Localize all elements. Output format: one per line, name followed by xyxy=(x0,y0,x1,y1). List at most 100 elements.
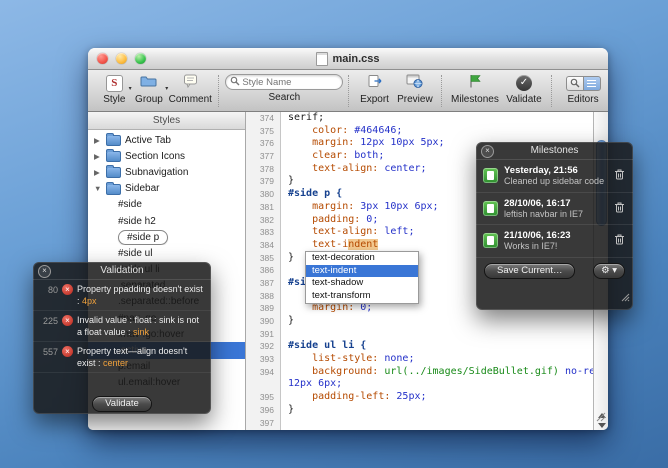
code-token: #464646; xyxy=(354,125,402,136)
sidebar-item[interactable]: #side h2 xyxy=(88,213,245,229)
sidebar-item-label: #side ul xyxy=(118,248,152,259)
code-line[interactable]: 391 xyxy=(246,328,593,341)
milestone-badge-icon xyxy=(483,168,498,183)
validation-row[interactable]: 80×Property ppadding doesn't exist : 4px xyxy=(33,280,211,311)
code-line[interactable]: 393 list-style: none; xyxy=(246,353,593,366)
line-number: 397 xyxy=(246,417,280,430)
toolbar-editors-label: Editors xyxy=(567,94,598,105)
line-number: 374 xyxy=(246,112,280,125)
code-line[interactable]: 397 xyxy=(246,417,593,430)
code-token: margin: xyxy=(312,137,354,148)
sidebar-item[interactable]: #side ul xyxy=(88,245,245,261)
autocomplete-item[interactable]: text-decoration xyxy=(306,252,418,265)
toolbar-preview-button[interactable]: Preview xyxy=(394,73,436,109)
window-controls xyxy=(97,53,146,64)
code-line[interactable]: 396} xyxy=(246,404,593,417)
comment-icon xyxy=(183,73,198,94)
code-line[interactable]: 375 color: #464646; xyxy=(246,125,593,138)
sidebar-item[interactable]: #side xyxy=(88,197,245,213)
close-icon[interactable]: × xyxy=(481,145,494,158)
milestone-date: 21/10/06, 16:23 xyxy=(504,230,607,241)
folder-icon xyxy=(106,167,121,178)
close-window-button[interactable] xyxy=(97,53,108,64)
code-text: margin: 3px 10px 6px; xyxy=(281,201,439,214)
autocomplete-item[interactable]: text-transform xyxy=(306,290,418,303)
sidebar-item-label: Section Icons xyxy=(125,151,185,162)
autocomplete-item[interactable]: text-shadow xyxy=(306,277,418,290)
code-token: 0; xyxy=(366,214,378,225)
validation-row[interactable]: 225×Invalid value : float : sink is not … xyxy=(33,311,211,342)
code-text: serif; xyxy=(281,112,324,125)
disclosure-triangle-icon[interactable]: ▶ xyxy=(94,168,105,177)
line-number: 395 xyxy=(246,391,280,404)
code-token xyxy=(288,163,312,174)
zoom-editor-segment[interactable] xyxy=(566,76,583,91)
error-icon: × xyxy=(62,284,73,295)
toolbar-export-label: Export xyxy=(360,94,389,105)
error-line-number: 225 xyxy=(38,315,58,338)
validate-button[interactable]: Validate xyxy=(92,396,152,412)
sidebar-item-label: Sidebar xyxy=(125,183,159,194)
milestone-texts: 21/10/06, 16:23Works in IE7! xyxy=(504,230,607,252)
toolbar-comment-button[interactable]: Comment xyxy=(167,73,213,109)
sidebar-item[interactable]: #side p xyxy=(88,229,245,245)
panel-resize-grip[interactable] xyxy=(621,289,630,307)
title-bar[interactable]: main.css xyxy=(88,48,608,70)
trash-icon-button[interactable] xyxy=(613,201,626,216)
code-text: } xyxy=(281,315,294,328)
disclosure-triangle-icon[interactable]: ▼ xyxy=(94,184,105,193)
code-text: text-indent xyxy=(281,239,378,252)
sidebar-group[interactable]: ▼ Sidebar xyxy=(88,181,245,197)
code-text: margin: 0; xyxy=(281,302,372,315)
code-line[interactable]: 374serif; xyxy=(246,112,593,125)
toolbar-editors-control[interactable]: Editors xyxy=(558,73,608,109)
autocomplete-item[interactable]: text-indent xyxy=(306,265,418,278)
minimize-window-button[interactable] xyxy=(116,53,127,64)
zoom-window-button[interactable] xyxy=(135,53,146,64)
trash-icon-button[interactable] xyxy=(613,233,626,248)
milestone-row[interactable]: 21/10/06, 16:23Works in IE7! xyxy=(476,225,633,258)
disclosure-triangle-icon[interactable]: ▶ xyxy=(94,152,105,161)
code-line[interactable]: 394 background: url(../images/SideBullet… xyxy=(246,366,593,379)
window-resize-grip[interactable] xyxy=(596,409,606,427)
sidebar-group[interactable]: ▶Active Tab xyxy=(88,132,245,148)
code-token xyxy=(288,137,312,148)
code-text: list-style: none; xyxy=(281,353,414,366)
sidebar-group[interactable]: ▶ Section Icons xyxy=(88,148,245,164)
sidebar-item-label: #side xyxy=(118,199,142,210)
code-token: } xyxy=(288,175,294,186)
code-line[interactable]: 395 padding-left: 25px; xyxy=(246,391,593,404)
toolbar-separator xyxy=(441,75,443,107)
code-line[interactable]: 392#side ul li { xyxy=(246,340,593,353)
trash-icon-button[interactable] xyxy=(613,168,626,183)
milestone-texts: Yesterday, 21:56Cleaned up sidebar code xyxy=(504,165,607,187)
error-value: sink xyxy=(133,327,149,337)
toolbar-group-button[interactable]: ▾ Group xyxy=(131,73,168,109)
milestone-row[interactable]: Yesterday, 21:56Cleaned up sidebar code xyxy=(476,160,633,193)
style-search-field[interactable] xyxy=(225,74,343,90)
close-icon[interactable]: × xyxy=(38,265,51,278)
error-icon: × xyxy=(62,315,73,326)
milestone-row[interactable]: 28/10/06, 16:17leftish navbar in IE7 xyxy=(476,193,633,226)
save-current-button[interactable]: Save Current… xyxy=(484,263,575,279)
line-number: 382 xyxy=(246,214,280,227)
line-number: 378 xyxy=(246,163,280,176)
toolbar-validate-button[interactable]: ✓ Validate xyxy=(502,73,546,109)
toolbar-export-button[interactable]: Export xyxy=(355,73,393,109)
toolbar-style-button[interactable]: S ▾ Style xyxy=(98,73,131,109)
milestone-flag-icon xyxy=(467,73,483,94)
validation-row[interactable]: 557×Property text—align doesn't exist : … xyxy=(33,342,211,373)
gear-menu-button[interactable]: ⚙ ▾ xyxy=(593,263,625,279)
code-token: padding: xyxy=(312,214,360,225)
error-message: Property ppadding doesn't exist : 4px xyxy=(77,284,204,307)
code-token: text-i xyxy=(312,239,348,250)
list-editor-segment[interactable] xyxy=(583,76,601,91)
sidebar-group[interactable]: ▶Subnavigation xyxy=(88,164,245,180)
code-line[interactable]: 12px 6px; xyxy=(246,378,593,391)
error-value: center xyxy=(103,358,128,368)
toolbar-milestones-button[interactable]: Milestones xyxy=(448,73,502,109)
disclosure-triangle-icon[interactable]: ▶ xyxy=(94,136,105,145)
search-input[interactable] xyxy=(240,76,336,89)
code-line[interactable]: 390} xyxy=(246,315,593,328)
code-token: } xyxy=(288,252,294,263)
